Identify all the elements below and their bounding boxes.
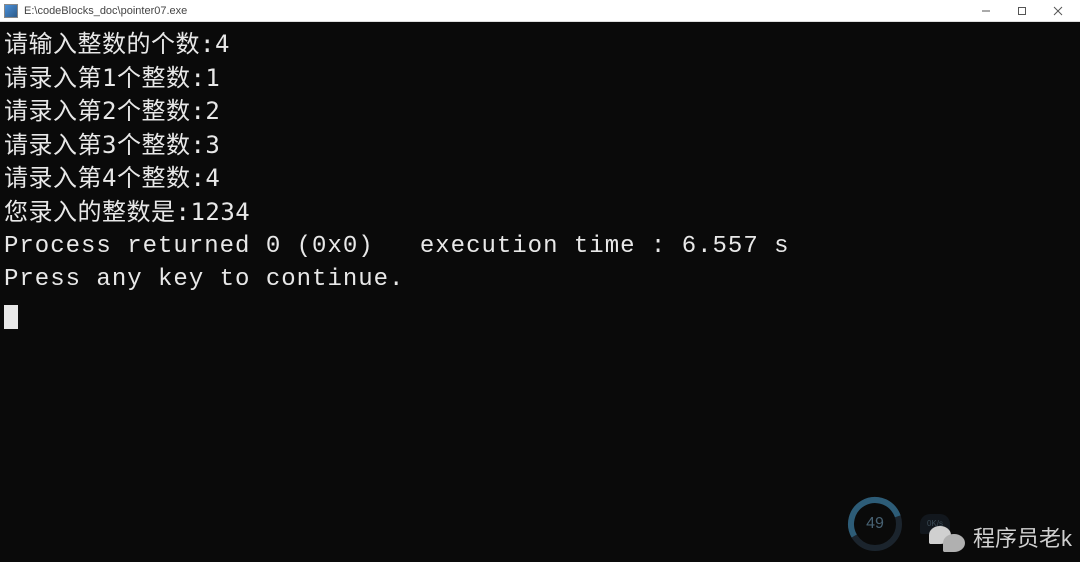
cursor (4, 297, 1076, 333)
output-line: 请录入第4个整数:4 (4, 162, 1076, 196)
wechat-icon (927, 522, 967, 556)
watermark-text: 程序员老k (973, 524, 1072, 555)
output-line: 请录入第1个整数:1 (4, 62, 1076, 96)
console-output[interactable]: 请输入整数的个数:4 请录入第1个整数:1 请录入第2个整数:2 请录入第3个整… (0, 22, 1080, 562)
process-return-line: Process returned 0 (0x0) execution time … (4, 230, 1076, 264)
output-line: 请录入第2个整数:2 (4, 95, 1076, 129)
output-line: 请输入整数的个数:4 (4, 28, 1076, 62)
minimize-button[interactable] (968, 1, 1004, 21)
system-gauge-widget: 49 (845, 494, 905, 554)
output-line: 您录入的整数是:1234 (4, 196, 1076, 230)
press-key-line: Press any key to continue. (4, 263, 1076, 297)
watermark: 程序员老k (927, 522, 1072, 556)
gauge-value: 49 (866, 513, 884, 535)
console-window: E:\codeBlocks_doc\pointer07.exe 请输入整数的个数… (0, 0, 1080, 562)
network-gauge: 0K/s (920, 514, 950, 534)
window-title: E:\codeBlocks_doc\pointer07.exe (24, 5, 968, 17)
titlebar[interactable]: E:\codeBlocks_doc\pointer07.exe (0, 0, 1080, 22)
window-controls (968, 1, 1076, 21)
maximize-button[interactable] (1004, 1, 1040, 21)
app-icon (4, 4, 18, 18)
output-line: 请录入第3个整数:3 (4, 129, 1076, 163)
close-button[interactable] (1040, 1, 1076, 21)
